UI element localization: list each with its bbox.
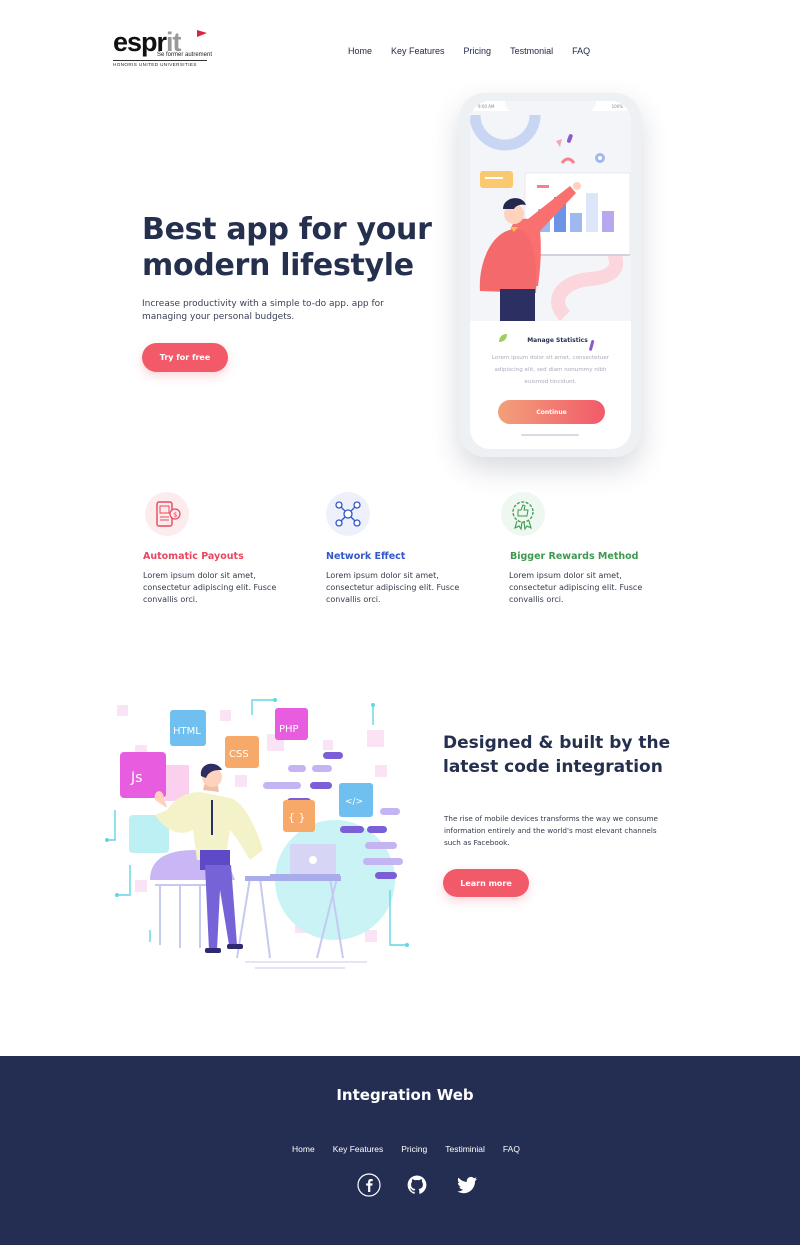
footer-nav-pricing[interactable]: Pricing xyxy=(401,1144,427,1154)
logo-flag-icon xyxy=(197,30,207,37)
card-title: Manage Statistics xyxy=(527,337,588,344)
presenter-illustration xyxy=(470,114,631,321)
continue-button[interactable]: Continue xyxy=(498,400,605,424)
reward-badge-icon xyxy=(512,501,534,531)
feature-icon-network xyxy=(326,492,370,536)
svg-text:</>: </> xyxy=(345,797,363,807)
logo-divider xyxy=(113,60,207,61)
payout-icon: $ xyxy=(156,501,181,527)
hero-description: Increase productivity with a simple to-d… xyxy=(142,299,384,322)
landing-page: esprit Se former autrement HONORIS UNITE… xyxy=(0,0,800,1245)
footer-nav-faq[interactable]: FAQ xyxy=(503,1144,520,1154)
footer-nav-home[interactable]: Home xyxy=(292,1144,315,1154)
integration-description: The rise of mobile devices transforms th… xyxy=(444,814,658,847)
home-indicator xyxy=(521,434,579,436)
hero-title: Best app for your modern lifestyle xyxy=(142,212,432,283)
svg-text:PHP: PHP xyxy=(279,724,299,735)
esprit-logo[interactable]: esprit Se former autrement HONORIS UNITE… xyxy=(113,28,213,70)
phone-screen: 9:00 AM 100% Manage Statistics Lorem ips… xyxy=(470,101,631,449)
footer-nav-testiminial[interactable]: Testiminial xyxy=(445,1144,485,1154)
feature-title-rewards: Bigger Rewards Method xyxy=(510,551,639,562)
svg-text:$: $ xyxy=(173,511,177,519)
try-for-free-button[interactable]: Try for free xyxy=(142,343,228,372)
footer-title: Integration Web xyxy=(336,1086,474,1104)
svg-text:Js: Js xyxy=(130,770,142,786)
logo-tagline: Se former autrement xyxy=(157,52,213,58)
pen-icon xyxy=(589,340,595,351)
nav-home[interactable]: Home xyxy=(348,46,372,56)
facebook-icon[interactable] xyxy=(357,1173,381,1197)
feature-text-payouts: Lorem ipsum dolor sit amet, consectetur … xyxy=(143,571,277,604)
footer-nav: Home Key Features Pricing Testiminial FA… xyxy=(292,1144,520,1154)
nav-faq[interactable]: FAQ xyxy=(572,46,590,56)
svg-text:{ }: { } xyxy=(288,811,306,824)
integration-title: Designed & built by the latest code inte… xyxy=(443,733,671,777)
svg-text:HTML: HTML xyxy=(173,726,201,737)
feature-text-network: Lorem ipsum dolor sit amet, consectetur … xyxy=(326,571,460,604)
feature-icon-payout: $ xyxy=(145,492,189,536)
developer-illustration: HTML CSS PHP Js </> { } xyxy=(105,698,409,969)
logo-subtitle: HONORIS UNITED UNIVERSITIES xyxy=(113,62,197,67)
feature-icon-rewards xyxy=(501,492,545,536)
feature-text-rewards: Lorem ipsum dolor sit amet, consectetur … xyxy=(509,571,643,604)
nav-key-features[interactable]: Key Features xyxy=(391,46,445,56)
feature-title-network: Network Effect xyxy=(326,551,406,562)
nav-pricing[interactable]: Pricing xyxy=(464,46,492,56)
footer-nav-key-features[interactable]: Key Features xyxy=(333,1144,384,1154)
network-icon xyxy=(335,501,361,527)
twitter-icon[interactable] xyxy=(455,1173,479,1197)
card-text: Lorem ipsum dolor sit amet, consectetuer… xyxy=(491,355,610,385)
feature-title-payouts: Automatic Payouts xyxy=(143,551,244,562)
learn-more-button[interactable]: Learn more xyxy=(443,869,529,897)
nav-testimonial[interactable]: Testmonial xyxy=(510,46,553,56)
svg-text:CSS: CSS xyxy=(229,749,249,760)
main-nav: Home Key Features Pricing Testmonial FAQ xyxy=(348,46,590,56)
github-icon[interactable] xyxy=(405,1173,429,1197)
